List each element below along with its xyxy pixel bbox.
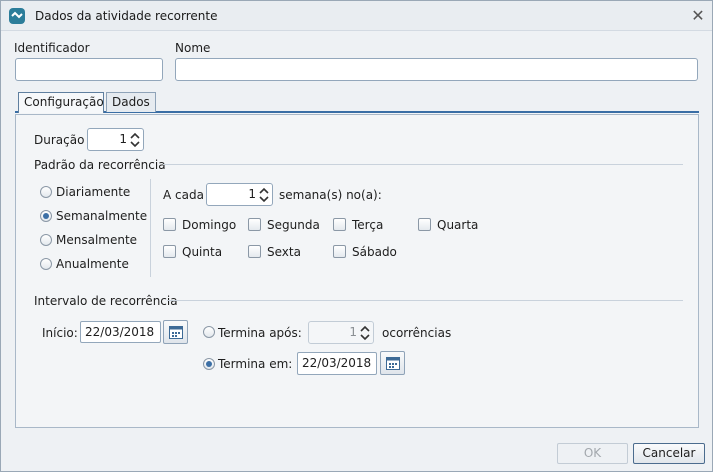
dialog-window: Dados da atividade recorrente ✕ Identifi… <box>0 0 713 472</box>
termina-em-date-value: 22/03/2018 <box>302 356 372 370</box>
radio-semanalmente[interactable] <box>40 210 52 222</box>
a-cada-spinner[interactable]: 1 <box>206 183 273 206</box>
calendar-icon <box>386 357 400 370</box>
calendar-icon <box>169 326 183 339</box>
a-cada-value: 1 <box>248 187 256 201</box>
tab-configuracao[interactable]: Configuração <box>18 92 104 113</box>
identificador-input[interactable] <box>15 58 163 81</box>
spinner-arrows-icon[interactable] <box>129 130 141 150</box>
padrao-title: Padrão da recorrência <box>34 158 166 172</box>
termina-apos-value: 1 <box>349 325 357 339</box>
termina-apos-spinner[interactable]: 1 <box>308 321 374 344</box>
padrao-separator <box>163 164 683 165</box>
radio-anualmente[interactable] <box>40 258 52 270</box>
intervalo-title: Intervalo de recorrência <box>34 294 178 308</box>
label-semanalmente: Semanalmente <box>56 209 148 223</box>
label-segunda: Segunda <box>267 218 320 232</box>
checkbox-quinta[interactable] <box>163 245 176 258</box>
nome-input[interactable] <box>175 58 698 81</box>
window-title: Dados da atividade recorrente <box>35 9 218 23</box>
label-terca: Terça <box>352 218 384 232</box>
ok-button[interactable]: OK <box>557 443 628 464</box>
checkbox-quarta[interactable] <box>418 218 431 231</box>
checkbox-segunda[interactable] <box>248 218 261 231</box>
pattern-divider <box>150 179 151 277</box>
termina-em-date-input[interactable]: 22/03/2018 <box>297 352 377 375</box>
intervalo-separator <box>167 300 683 301</box>
checkbox-terca[interactable] <box>333 218 346 231</box>
inicio-date-value: 22/03/2018 <box>85 325 155 339</box>
inicio-label: Início: <box>42 326 78 340</box>
label-mensalmente: Mensalmente <box>56 233 138 247</box>
app-logo-icon <box>9 8 25 24</box>
label-anualmente: Anualmente <box>56 257 129 271</box>
checkbox-sexta[interactable] <box>248 245 261 258</box>
cancelar-button[interactable]: Cancelar <box>633 443 705 464</box>
tab-dados[interactable]: Dados <box>106 92 156 112</box>
spinner-arrows-icon[interactable] <box>359 323 371 343</box>
label-sabado: Sábado <box>352 245 397 259</box>
inicio-calendar-button[interactable] <box>163 320 188 344</box>
termina-em-label: Termina em: <box>218 357 293 371</box>
identificador-label: Identificador <box>14 41 90 55</box>
duracao-spinner[interactable]: 1 <box>87 128 144 151</box>
label-domingo: Domingo <box>182 218 237 232</box>
radio-termina-em[interactable] <box>203 358 215 370</box>
radio-termina-apos[interactable] <box>203 326 215 338</box>
close-icon[interactable]: ✕ <box>689 7 707 25</box>
duracao-value: 1 <box>119 132 127 146</box>
duracao-label: Duração <box>34 133 85 147</box>
label-quinta: Quinta <box>182 245 223 259</box>
inicio-date-input[interactable]: 22/03/2018 <box>80 321 161 343</box>
label-diariamente: Diariamente <box>56 185 131 199</box>
label-quarta: Quarta <box>437 218 479 232</box>
spinner-arrows-icon[interactable] <box>258 185 270 205</box>
termina-em-calendar-button[interactable] <box>380 351 405 375</box>
checkbox-sabado[interactable] <box>333 245 346 258</box>
a-cada-label: A cada <box>163 188 204 202</box>
ocorrencias-label: ocorrências <box>382 326 452 340</box>
radio-diariamente[interactable] <box>40 186 52 198</box>
checkbox-domingo[interactable] <box>163 218 176 231</box>
termina-apos-label: Termina após: <box>218 326 302 340</box>
title-bar: Dados da atividade recorrente ✕ <box>1 1 712 31</box>
label-sexta: Sexta <box>267 245 301 259</box>
nome-label: Nome <box>175 41 211 55</box>
radio-mensalmente[interactable] <box>40 234 52 246</box>
semanas-label: semana(s) no(a): <box>279 188 382 202</box>
